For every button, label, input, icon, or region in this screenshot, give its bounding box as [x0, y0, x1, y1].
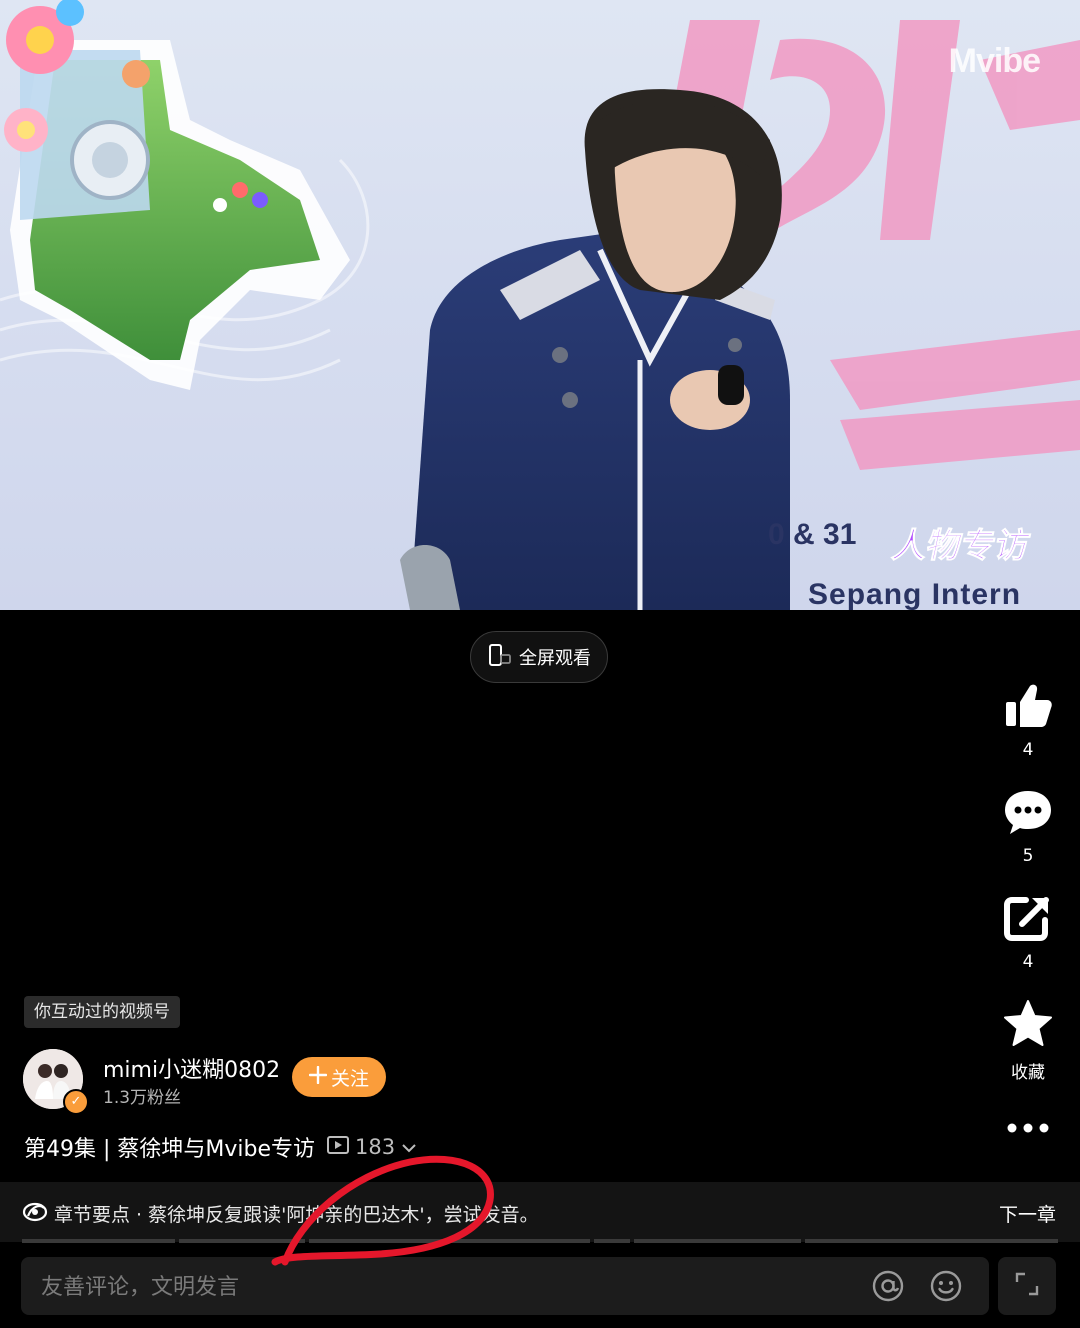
- progress-segment: [22, 1239, 176, 1243]
- like-button[interactable]: 4: [996, 680, 1060, 760]
- follow-button[interactable]: 关注: [292, 1057, 386, 1097]
- post-title: 第49集 | 蔡徐坤与Mvibe专访: [24, 1137, 316, 1162]
- thumbs-up-icon: [1002, 684, 1054, 736]
- video-overlay-tag: 人物专访: [889, 526, 1035, 567]
- share-icon: [1002, 897, 1054, 948]
- comment-bar: [21, 1257, 989, 1317]
- favorite-button[interactable]: 收藏: [996, 998, 1060, 1083]
- view-count[interactable]: 183: [327, 1135, 417, 1160]
- more-button[interactable]: [996, 1118, 1060, 1142]
- view-count-value: 183: [355, 1135, 396, 1159]
- comment-bubble-icon: [1002, 791, 1054, 842]
- expand-button[interactable]: [998, 1257, 1056, 1315]
- progress-segment: [633, 1239, 801, 1243]
- progress-segment: [804, 1239, 1058, 1243]
- video-venue-text: Sepang Intern: [808, 578, 1022, 610]
- comment-button[interactable]: 5: [996, 786, 1060, 866]
- at-icon[interactable]: [871, 1269, 905, 1307]
- share-button[interactable]: 4: [996, 892, 1060, 972]
- progress-segment: [308, 1239, 590, 1243]
- progress-segment: [593, 1239, 630, 1243]
- fullscreen-button[interactable]: 全屏观看: [470, 631, 608, 683]
- phone-landscape-icon: [487, 642, 513, 673]
- expand-icon: [1013, 1270, 1041, 1302]
- progress-segment: [179, 1239, 305, 1243]
- author-name[interactable]: mimi小迷糊0802: [103, 1052, 280, 1084]
- interacted-badge: 你互动过的视频号: [24, 996, 180, 1028]
- next-chapter-button[interactable]: 下一章: [999, 1200, 1056, 1227]
- more-dots-icon: [1002, 1123, 1054, 1142]
- avatar[interactable]: ✓: [23, 1049, 89, 1115]
- like-count: 4: [1022, 740, 1034, 760]
- chapter-summary: 章节要点 · 蔡徐坤反复跟读'阿坤亲的巴达木'，尝试发音。: [54, 1204, 539, 1226]
- chevron-down-icon: [401, 1135, 417, 1159]
- author-fans: 1.3万粉丝: [103, 1088, 182, 1108]
- video-date-text: 0 & 31: [768, 518, 857, 551]
- follow-label: 关注: [330, 1067, 369, 1090]
- emoji-icon[interactable]: [929, 1269, 963, 1307]
- comment-input[interactable]: [39, 1257, 743, 1317]
- chapter-icon: [22, 1200, 48, 1229]
- fullscreen-label: 全屏观看: [519, 648, 591, 669]
- post-title-row[interactable]: 第49集 | 蔡徐坤与Mvibe专访 183: [24, 1131, 417, 1163]
- verified-badge-icon: ✓: [63, 1089, 89, 1115]
- chapter-progress[interactable]: [22, 1239, 1058, 1243]
- video-watermark: Mvibe: [948, 42, 1041, 80]
- share-count: 4: [1022, 952, 1034, 972]
- favorite-label: 收藏: [1011, 1063, 1045, 1083]
- star-icon: [1002, 1000, 1054, 1054]
- play-count-icon: [327, 1135, 350, 1160]
- comment-count: 5: [1022, 846, 1034, 866]
- plus-icon: [308, 1065, 328, 1089]
- chapter-bar[interactable]: 章节要点 · 蔡徐坤反复跟读'阿坤亲的巴达木'，尝试发音。 下一章: [0, 1182, 1080, 1242]
- video-player[interactable]: Mvibe 0 & 31 人物专访 Sepang Intern: [0, 0, 1080, 610]
